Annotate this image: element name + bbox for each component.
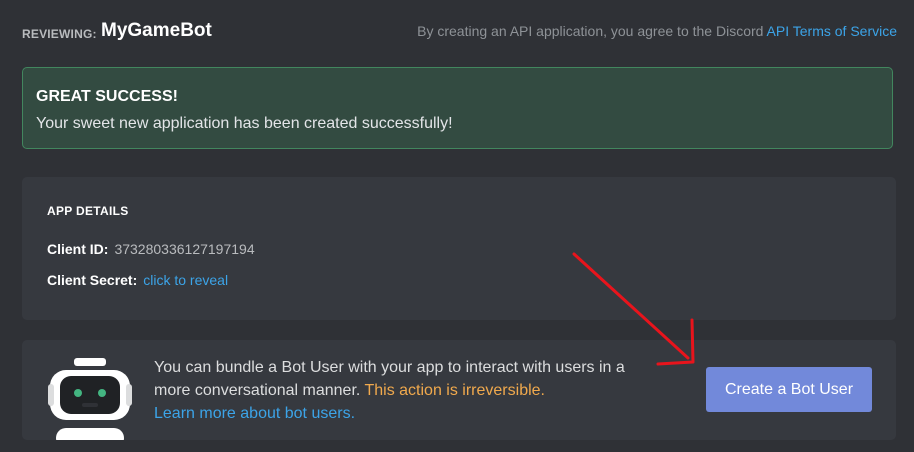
success-banner: GREAT SUCCESS! Your sweet new applicatio… bbox=[22, 67, 893, 149]
bot-description: You can bundle a Bot User with your app … bbox=[154, 356, 654, 425]
robot-icon bbox=[48, 358, 132, 440]
success-message: Your sweet new application has been crea… bbox=[36, 115, 453, 132]
tos-notice: By creating an API application, you agre… bbox=[417, 23, 897, 39]
client-id-row: Client ID: 373280336127197194 bbox=[47, 241, 255, 257]
client-id-label: Client ID: bbox=[47, 241, 109, 257]
app-details-panel: APP DETAILS Client ID: 373280336127197194… bbox=[22, 177, 896, 320]
bot-user-panel: You can bundle a Bot User with your app … bbox=[22, 340, 896, 440]
page-header: REVIEWING: MyGameBot By creating an API … bbox=[22, 20, 897, 46]
app-name: MyGameBot bbox=[101, 20, 212, 41]
tos-link[interactable]: API Terms of Service bbox=[767, 23, 897, 39]
client-id-value: 373280336127197194 bbox=[114, 241, 255, 257]
tos-text: By creating an API application, you agre… bbox=[417, 23, 767, 39]
client-secret-reveal-link[interactable]: click to reveal bbox=[143, 272, 228, 288]
client-secret-label: Client Secret: bbox=[47, 272, 138, 288]
success-title: GREAT SUCCESS! bbox=[36, 88, 178, 105]
client-secret-row: Client Secret: click to reveal bbox=[47, 272, 228, 288]
learn-more-bot-link[interactable]: Learn more about bot users. bbox=[154, 405, 355, 422]
create-bot-user-button[interactable]: Create a Bot User bbox=[706, 367, 872, 412]
app-details-title: APP DETAILS bbox=[47, 204, 129, 218]
reviewing-label: REVIEWING: bbox=[22, 27, 97, 41]
irreversible-warning: This action is irreversible. bbox=[364, 382, 545, 399]
